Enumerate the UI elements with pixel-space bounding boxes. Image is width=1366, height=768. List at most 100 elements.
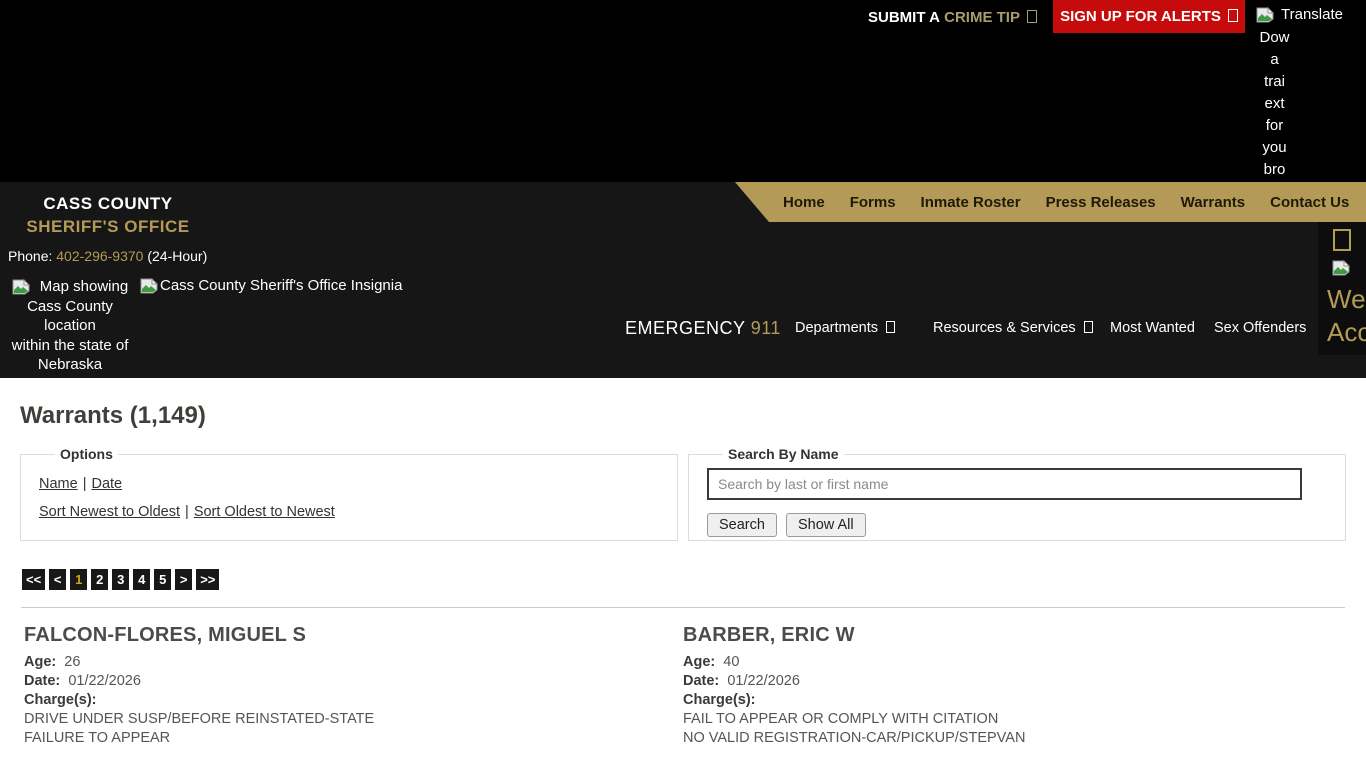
translate-alt-line: trai: [1256, 71, 1293, 93]
translate-alt-line: ext: [1256, 93, 1293, 115]
pagination-page-3[interactable]: 3: [112, 569, 129, 590]
nav-item-inmate-roster[interactable]: Inmate Roster: [921, 194, 1021, 211]
warrant-charges-label-row: Charge(s):: [683, 691, 1342, 710]
emergency-number: 911: [751, 318, 781, 338]
nav-item-most-wanted[interactable]: Most Wanted: [1110, 320, 1195, 336]
emergency-label: EMERGENCY: [625, 318, 745, 338]
site-header: SUBMIT A CRIME TIP SIGN UP FOR ALERTS Tr…: [0, 0, 1366, 378]
broken-image-icon: [1332, 260, 1350, 276]
phone-number-link[interactable]: 402-296-9370: [56, 248, 143, 264]
sort-by-name-link[interactable]: Name: [39, 476, 78, 492]
pagination-page-5[interactable]: 5: [154, 569, 171, 590]
warrants-list: FALCON-FLORES, MIGUEL S Age: 26 Date: 01…: [0, 614, 1366, 748]
nav-item-home[interactable]: Home: [783, 194, 825, 211]
brand-county-name: CASS COUNTY: [8, 194, 208, 214]
main-nav: Home Forms Inmate Roster Press Releases …: [735, 182, 1366, 222]
search-button[interactable]: Search: [707, 513, 777, 537]
external-link-icon: [1228, 9, 1238, 22]
sort-newest-link[interactable]: Sort Newest to Oldest: [39, 504, 180, 520]
nav-item-forms[interactable]: Forms: [850, 194, 896, 211]
warrant-name: BARBER, ERIC W: [683, 624, 1342, 647]
sort-order-row: Sort Newest to Oldest | Sort Oldest to New…: [39, 504, 659, 520]
age-value: 26: [64, 654, 80, 670]
dropdown-caret-icon: [886, 321, 895, 333]
map-alt-line: Nebraska: [0, 355, 140, 375]
accessibility-line: Web: [1327, 283, 1366, 316]
date-value: 01/22/2026: [727, 673, 800, 689]
nav-item-warrants[interactable]: Warrants: [1181, 194, 1245, 211]
list-divider: [21, 607, 1345, 608]
dropdown-caret-icon: [1084, 321, 1093, 333]
options-fieldset: Options Name | Date Sort Newest to Oldest |…: [20, 446, 678, 541]
pagination-page-2[interactable]: 2: [91, 569, 108, 590]
search-icon[interactable]: [1333, 229, 1351, 251]
date-value: 01/22/2026: [68, 673, 141, 689]
broken-image-icon: [1256, 7, 1274, 23]
date-label: Date:: [683, 673, 719, 689]
translate-alt-line: you: [1256, 137, 1293, 159]
filter-panels: Options Name | Date Sort Newest to Oldest |…: [20, 446, 1346, 541]
age-label: Age:: [683, 654, 715, 670]
nav-item-departments[interactable]: Departments: [795, 320, 895, 336]
options-legend: Options: [55, 446, 118, 462]
pagination-next[interactable]: >: [175, 569, 192, 590]
external-link-icon: [1027, 10, 1037, 23]
date-label: Date:: [24, 673, 60, 689]
pagination: << < 1 2 3 4 5 > >>: [22, 569, 1366, 590]
charge-line: FAIL TO APPEAR OR COMPLY WITH CITATION: [683, 710, 1342, 729]
broken-image-icon: [140, 278, 158, 294]
submit-crime-tip-link[interactable]: SUBMIT A CRIME TIP: [868, 9, 1037, 26]
submit-crime-tip-prefix: SUBMIT A: [868, 9, 940, 26]
pagination-page-1[interactable]: 1: [70, 569, 87, 590]
insignia-alt-text: Cass County Sheriff's Office Insignia: [160, 277, 402, 294]
phone-label: Phone:: [8, 248, 52, 264]
charges-label: Charge(s):: [24, 692, 97, 708]
search-input[interactable]: [707, 468, 1302, 500]
warrant-date-row: Date: 01/22/2026: [24, 672, 683, 691]
sign-up-for-alerts-label: SIGN UP FOR ALERTS: [1060, 8, 1221, 25]
warrant-charges-label-row: Charge(s):: [24, 691, 683, 710]
search-buttons-row: Search Show All: [707, 513, 1327, 537]
translate-alt-line: Dow: [1256, 27, 1293, 49]
main-content: Warrants (1,149) Options Name|Date Sort …: [0, 402, 1366, 748]
charge-line: NO VALID REGISTRATION-CAR/PICKUP/STEPVAN: [683, 729, 1342, 748]
departments-label: Departments: [795, 320, 878, 336]
nav-item-press-releases[interactable]: Press Releases: [1046, 194, 1156, 211]
nav-item-resources-services[interactable]: Resources & Services: [933, 320, 1093, 336]
pagination-first[interactable]: <<: [22, 569, 45, 590]
age-value: 40: [723, 654, 739, 670]
show-all-button[interactable]: Show All: [786, 513, 866, 537]
sort-oldest-link[interactable]: Sort Oldest to Newest: [194, 504, 335, 520]
pagination-last[interactable]: >>: [196, 569, 219, 590]
broken-image-icon: [12, 279, 30, 295]
nav-item-contact-us[interactable]: Contact Us: [1270, 194, 1349, 211]
translate-widget: Translate Dow a trai ext for you bro: [1256, 6, 1364, 181]
search-fieldset: Search By Name Search Show All: [688, 446, 1346, 541]
emergency-911: EMERGENCY 911: [625, 318, 781, 339]
pagination-prev[interactable]: <: [49, 569, 66, 590]
pagination-page-4[interactable]: 4: [133, 569, 150, 590]
accessibility-panel: Web Accessibility: [1318, 222, 1366, 355]
insignia-image-broken: Cass County Sheriff's Office Insignia: [140, 277, 402, 294]
submit-crime-tip-accent: CRIME TIP: [944, 9, 1020, 26]
sign-up-for-alerts-button[interactable]: SIGN UP FOR ALERTS: [1053, 0, 1245, 33]
resources-label: Resources & Services: [933, 320, 1076, 336]
site-brand[interactable]: CASS COUNTY SHERIFF'S OFFICE: [8, 194, 208, 237]
warrant-age-row: Age: 40: [683, 653, 1342, 672]
warrant-age-row: Age: 26: [24, 653, 683, 672]
nav-item-sex-offenders[interactable]: Sex Offenders: [1214, 320, 1306, 336]
age-label: Age:: [24, 654, 56, 670]
sort-by-date-link[interactable]: Date: [91, 476, 122, 492]
translate-alt-line: bro: [1256, 159, 1293, 181]
brand-office-name: SHERIFF'S OFFICE: [8, 217, 208, 237]
accessibility-line: Accessibility: [1327, 316, 1366, 349]
separator: |: [185, 504, 189, 520]
charges-label: Charge(s):: [683, 692, 756, 708]
web-accessibility-link[interactable]: Web Accessibility: [1318, 283, 1366, 349]
page: SUBMIT A CRIME TIP SIGN UP FOR ALERTS Tr…: [0, 0, 1366, 768]
translate-button[interactable]: Translate: [1256, 6, 1364, 23]
map-alt-line: Cass County location: [0, 297, 140, 336]
charge-line: DRIVE UNDER SUSP/BEFORE REINSTATED-STATE: [24, 710, 683, 729]
warrant-date-row: Date: 01/22/2026: [683, 672, 1342, 691]
charge-line: FAILURE TO APPEAR: [24, 729, 683, 748]
